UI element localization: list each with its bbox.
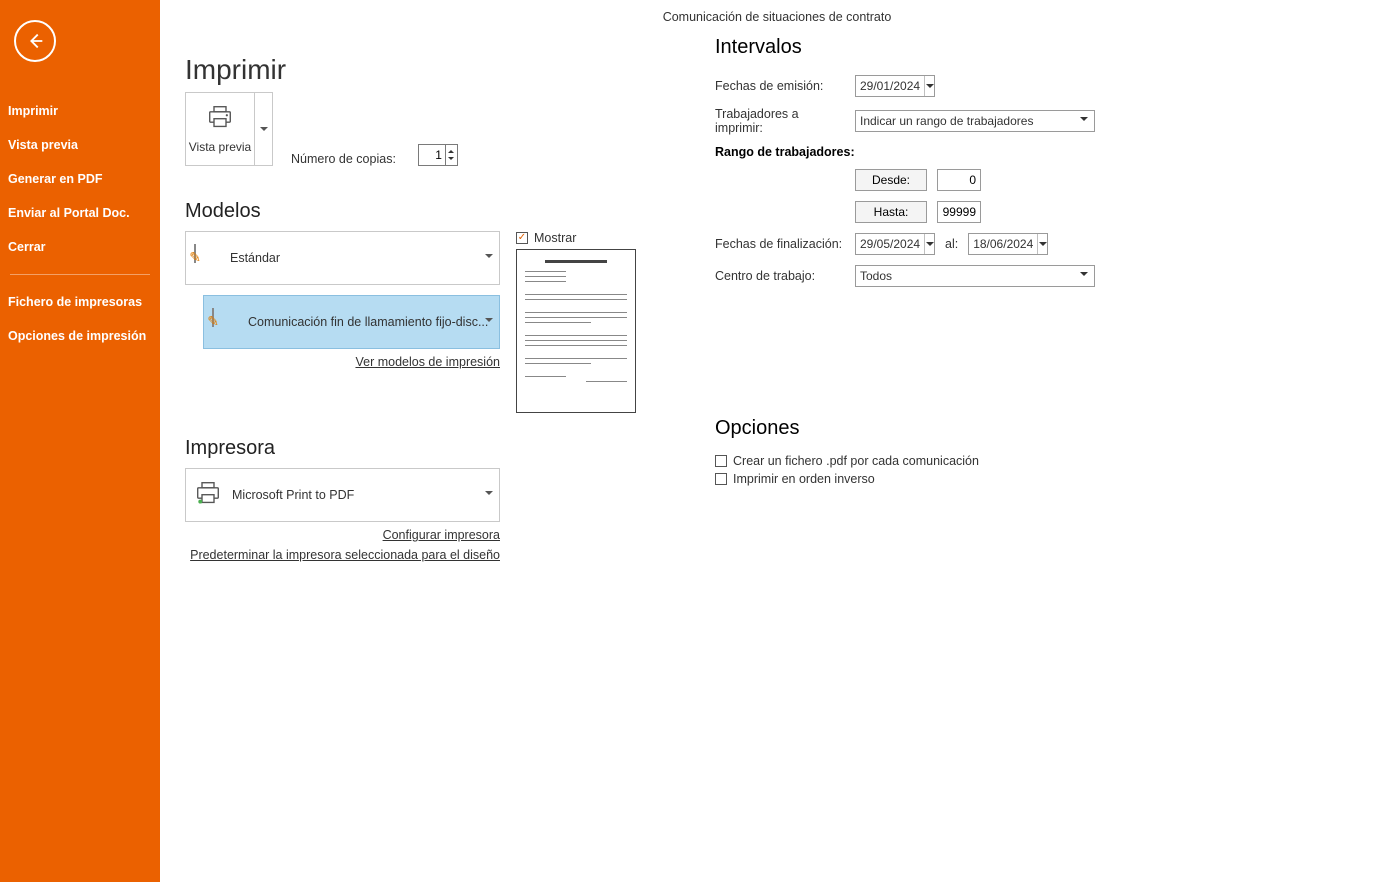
copies-label: Número de copias:: [291, 152, 396, 166]
vista-previa-label: Vista previa: [189, 140, 251, 154]
checkbox-icon: [715, 455, 727, 467]
centro-select[interactable]: Todos: [855, 265, 1095, 287]
arrow-left-icon: [24, 30, 46, 52]
section-intervalos: Intervalos: [715, 36, 1394, 59]
printer-icon: [206, 105, 234, 134]
copies-spinner: [418, 144, 458, 166]
checkbox-icon: [516, 232, 528, 244]
document-icon: [194, 245, 220, 271]
trabajadores-label: Trabajadores a imprimir:: [715, 107, 845, 135]
al-label: al:: [945, 237, 958, 251]
chevron-down-icon: [1037, 234, 1047, 254]
centro-label: Centro de trabajo:: [715, 269, 845, 283]
modelo-selected-label: Comunicación fin de llamamiento fijo-dis…: [248, 315, 491, 329]
modelo-estandar-combo[interactable]: Estándar: [185, 231, 500, 285]
hasta-button[interactable]: Hasta:: [855, 201, 927, 223]
opcion-reverse-checkbox[interactable]: Imprimir en orden inverso: [715, 472, 1394, 486]
opcion-reverse-label: Imprimir en orden inverso: [733, 472, 875, 486]
mostrar-label: Mostrar: [534, 231, 576, 245]
sidebar-item-enviar-portal[interactable]: Enviar al Portal Doc.: [0, 196, 160, 230]
link-predeterminar-impresora[interactable]: Predeterminar la impresora seleccionada …: [185, 548, 500, 562]
chevron-down-icon: [1076, 268, 1092, 284]
chevron-down-icon: [485, 254, 493, 262]
section-opciones: Opciones: [715, 417, 1394, 440]
section-impresora: Impresora: [185, 437, 645, 460]
link-configurar-impresora[interactable]: Configurar impresora: [185, 528, 500, 542]
desde-button[interactable]: Desde:: [855, 169, 927, 191]
copies-down[interactable]: [446, 155, 457, 165]
sidebar-item-cerrar[interactable]: Cerrar: [0, 230, 160, 264]
link-ver-modelos[interactable]: Ver modelos de impresión: [185, 355, 500, 369]
sidebar-item-imprimir[interactable]: Imprimir: [0, 94, 160, 128]
sidebar-separator: [10, 274, 150, 275]
content: Imprimir Vista previa Número de copias:: [185, 54, 1394, 882]
intervalos-form: Fechas de emisión: 29/01/2024 Trabajador…: [715, 75, 1394, 287]
page-preview-thumb[interactable]: [516, 249, 636, 413]
modelo-estandar-label: Estándar: [230, 251, 491, 265]
sidebar-item-generar-pdf[interactable]: Generar en PDF: [0, 162, 160, 196]
impresora-name: Microsoft Print to PDF: [232, 488, 491, 502]
printer-icon: [194, 481, 222, 510]
back-button[interactable]: [14, 20, 56, 62]
opcion-pdf-each-label: Crear un fichero .pdf por cada comunicac…: [733, 454, 979, 468]
sidebar: Imprimir Vista previa Generar en PDF Env…: [0, 0, 160, 882]
rango-label: Rango de trabajadores:: [715, 145, 1394, 159]
sidebar-item-opciones-impresion[interactable]: Opciones de impresión: [0, 319, 160, 353]
chevron-down-icon: [924, 76, 934, 96]
impresora-combo[interactable]: Microsoft Print to PDF: [185, 468, 500, 522]
checkbox-icon: [715, 473, 727, 485]
vista-previa-button[interactable]: Vista previa: [186, 93, 254, 165]
sidebar-item-fichero-impresoras[interactable]: Fichero de impresoras: [0, 285, 160, 319]
app-title: Comunicación de situaciones de contrato: [160, 10, 1394, 24]
copies-input[interactable]: [419, 145, 445, 165]
fechas-fin-label: Fechas de finalización:: [715, 237, 845, 251]
document-icon: [212, 309, 238, 335]
sidebar-item-vista-previa[interactable]: Vista previa: [0, 128, 160, 162]
fechas-fin-desde-date[interactable]: 29/05/2024: [855, 233, 935, 255]
mostrar-checkbox[interactable]: Mostrar: [516, 231, 636, 245]
section-modelos: Modelos: [185, 200, 645, 223]
chevron-down-icon: [485, 318, 493, 326]
vista-previa-splitbutton: Vista previa: [185, 92, 273, 166]
fechas-fin-hasta-date[interactable]: 18/06/2024: [968, 233, 1048, 255]
chevron-down-icon: [485, 491, 493, 499]
chevron-down-icon: [1076, 113, 1092, 129]
fechas-emision-label: Fechas de emisión:: [715, 79, 845, 93]
modelo-selected-combo[interactable]: Comunicación fin de llamamiento fijo-dis…: [203, 295, 500, 349]
desde-input[interactable]: [937, 169, 981, 191]
copies-up[interactable]: [446, 145, 457, 155]
vista-previa-dropdown[interactable]: [254, 93, 272, 165]
hasta-input[interactable]: [937, 201, 981, 223]
chevron-down-icon: [924, 234, 934, 254]
opcion-pdf-each-checkbox[interactable]: Crear un fichero .pdf por cada comunicac…: [715, 454, 1394, 468]
fechas-emision-date[interactable]: 29/01/2024: [855, 75, 935, 97]
trabajadores-select[interactable]: Indicar un rango de trabajadores: [855, 110, 1095, 132]
